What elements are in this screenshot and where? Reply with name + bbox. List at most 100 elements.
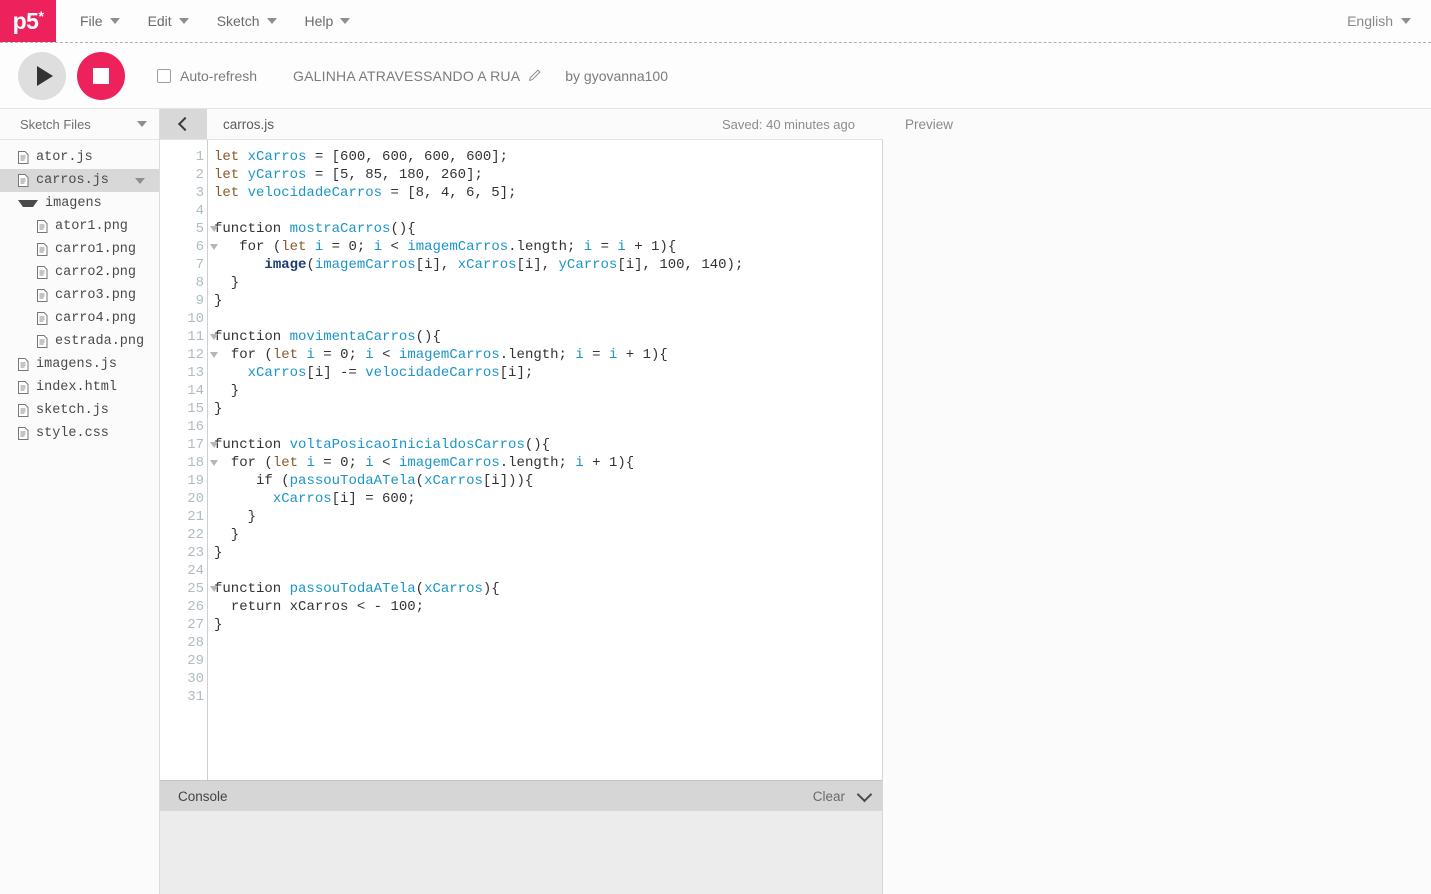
code-token: < bbox=[373, 455, 399, 471]
code-token: = 0; bbox=[314, 455, 366, 471]
code-line[interactable] bbox=[214, 418, 882, 436]
language-selector[interactable]: English bbox=[1347, 13, 1411, 29]
code-line[interactable]: } bbox=[214, 292, 882, 310]
file-item-sketch-js[interactable]: sketch.js bbox=[0, 399, 159, 422]
code-line[interactable]: } bbox=[214, 616, 882, 634]
file-options-chevron-down-icon[interactable] bbox=[135, 177, 145, 184]
code-token: i bbox=[617, 239, 626, 255]
code-token: if bbox=[256, 473, 273, 489]
code-line[interactable]: } bbox=[214, 274, 882, 292]
code-content[interactable]: let xCarros = [600, 600, 600, 600]; let y… bbox=[208, 140, 882, 780]
code-line[interactable]: } bbox=[214, 508, 882, 526]
auto-refresh-toggle[interactable]: Auto-refresh bbox=[157, 68, 257, 84]
file-item-style-css[interactable]: style.css bbox=[0, 422, 159, 445]
auto-refresh-label: Auto-refresh bbox=[180, 67, 258, 84]
code-line[interactable]: if (passouTodaATela(xCarros[i])){ bbox=[214, 472, 882, 490]
code-line[interactable]: let yCarros = [5, 85, 180, 260]; bbox=[214, 166, 882, 184]
code-line[interactable]: function movimentaCarros(){ bbox=[214, 328, 882, 346]
code-token: let bbox=[214, 185, 240, 201]
console-clear-button[interactable]: Clear bbox=[813, 789, 845, 804]
pencil-icon[interactable] bbox=[528, 69, 541, 82]
code-token: i bbox=[583, 239, 593, 255]
code-line[interactable]: image(imagemCarros[i], xCarros[i], yCarr… bbox=[214, 256, 882, 274]
code-token: xCarros bbox=[457, 257, 517, 273]
file-item-carro2-png[interactable]: carro2.png bbox=[0, 261, 159, 284]
code-fold-toggle-icon[interactable] bbox=[210, 334, 218, 340]
code-fold-toggle-icon[interactable] bbox=[210, 244, 218, 250]
file-item-label: sketch.js bbox=[36, 403, 109, 418]
preview-canvas[interactable] bbox=[883, 140, 1431, 894]
file-item-carro4-png[interactable]: carro4.png bbox=[0, 307, 159, 330]
line-number: 19 bbox=[187, 473, 204, 489]
code-line[interactable]: for (let i = 0; i < imagemCarros.length;… bbox=[214, 454, 882, 472]
code-line[interactable] bbox=[214, 688, 882, 706]
file-item-ator1-png[interactable]: ator1.png bbox=[0, 215, 159, 238]
file-item-ator-js[interactable]: ator.js bbox=[0, 146, 159, 169]
file-item-imagens-js[interactable]: imagens.js bbox=[0, 353, 159, 376]
code-line[interactable] bbox=[214, 562, 882, 580]
file-item-imagens[interactable]: imagens bbox=[0, 192, 159, 215]
code-token: return bbox=[230, 599, 282, 615]
code-line[interactable]: } bbox=[214, 544, 882, 562]
code-line[interactable]: for (let i = 0; i < imagemCarros.length;… bbox=[214, 346, 882, 364]
file-item-estrada-png[interactable]: estrada.png bbox=[0, 330, 159, 353]
code-editor[interactable]: 1 2 3 4 5 6 7 8 9 10 11 12 13 14 15 16 17 18 19 20 21 22 23 24 2… bbox=[160, 140, 883, 780]
menu-help[interactable]: Help bbox=[291, 0, 365, 42]
code-token: velocidadeCarros bbox=[247, 185, 383, 201]
code-token: xCarros bbox=[247, 149, 307, 165]
file-item-carro1-png[interactable]: carro1.png bbox=[0, 238, 159, 261]
code-fold-toggle-icon[interactable] bbox=[210, 460, 218, 466]
code-fold-toggle-icon[interactable] bbox=[210, 226, 218, 232]
file-item-carro3-png[interactable]: carro3.png bbox=[0, 284, 159, 307]
code-fold-toggle-icon[interactable] bbox=[210, 352, 218, 358]
code-line[interactable]: } bbox=[214, 526, 882, 544]
menu-sketch[interactable]: Sketch bbox=[203, 0, 291, 42]
sketch-name[interactable]: GALINHA ATRAVESSANDO A RUA bbox=[293, 68, 541, 84]
menu-edit[interactable]: Edit bbox=[134, 0, 203, 42]
code-fold-toggle-icon[interactable] bbox=[210, 442, 218, 448]
line-number: 7 bbox=[195, 257, 204, 273]
code-line[interactable] bbox=[214, 670, 882, 688]
sketch-author[interactable]: by gyovanna100 bbox=[565, 68, 668, 84]
code-token: i bbox=[306, 455, 315, 471]
code-line[interactable] bbox=[214, 310, 882, 328]
code-line[interactable]: function passouTodaATela(xCarros){ bbox=[214, 580, 882, 598]
caret-down-icon bbox=[18, 200, 38, 207]
code-token: xCarros bbox=[272, 491, 332, 507]
sidebar-header[interactable]: Sketch Files bbox=[0, 109, 159, 140]
code-token: + 1){ bbox=[617, 347, 668, 363]
stop-button[interactable] bbox=[77, 51, 125, 100]
code-line[interactable]: return xCarros < - 100; bbox=[214, 598, 882, 616]
code-line[interactable]: let xCarros = [600, 600, 600, 600]; bbox=[214, 148, 882, 166]
code-line[interactable] bbox=[214, 652, 882, 670]
code-line[interactable]: for (let i = 0; i < imagemCarros.length;… bbox=[214, 238, 882, 256]
collapse-sidebar-button[interactable] bbox=[160, 109, 207, 139]
file-item-index-html[interactable]: index.html bbox=[0, 376, 159, 399]
code-line[interactable] bbox=[214, 634, 882, 652]
line-number: 22 bbox=[187, 527, 204, 543]
code-line[interactable]: let velocidadeCarros = [8, 4, 6, 5]; bbox=[214, 184, 882, 202]
code-line[interactable]: function voltaPosicaoInicialdosCarros(){ bbox=[214, 436, 882, 454]
file-item-carros-js[interactable]: carros.js bbox=[0, 169, 159, 192]
code-line[interactable] bbox=[214, 202, 882, 220]
code-token: let bbox=[214, 149, 240, 165]
menu-edit-label: Edit bbox=[147, 13, 172, 29]
p5-logo[interactable]: p5 * bbox=[0, 0, 56, 42]
tab-active-file[interactable]: carros.js bbox=[207, 109, 274, 139]
console-header[interactable]: Console Clear bbox=[160, 780, 883, 811]
code-fold-toggle-icon[interactable] bbox=[210, 586, 218, 592]
code-line[interactable]: } bbox=[214, 400, 882, 418]
p5-logo-text: p5 bbox=[12, 7, 39, 34]
code-line[interactable]: } bbox=[214, 382, 882, 400]
code-line[interactable]: xCarros[i] -= velocidadeCarros[i]; bbox=[214, 364, 882, 382]
code-token: i bbox=[575, 347, 584, 363]
code-line[interactable]: function mostraCarros(){ bbox=[214, 220, 882, 238]
chevron-down-icon[interactable] bbox=[856, 786, 873, 802]
auto-refresh-checkbox[interactable] bbox=[157, 68, 171, 83]
menu-file[interactable]: File bbox=[66, 0, 134, 42]
chevron-down-icon[interactable] bbox=[137, 121, 147, 127]
play-button[interactable] bbox=[18, 51, 66, 100]
code-token: (){ bbox=[390, 221, 416, 237]
code-line[interactable]: xCarros[i] = 600; bbox=[214, 490, 882, 508]
